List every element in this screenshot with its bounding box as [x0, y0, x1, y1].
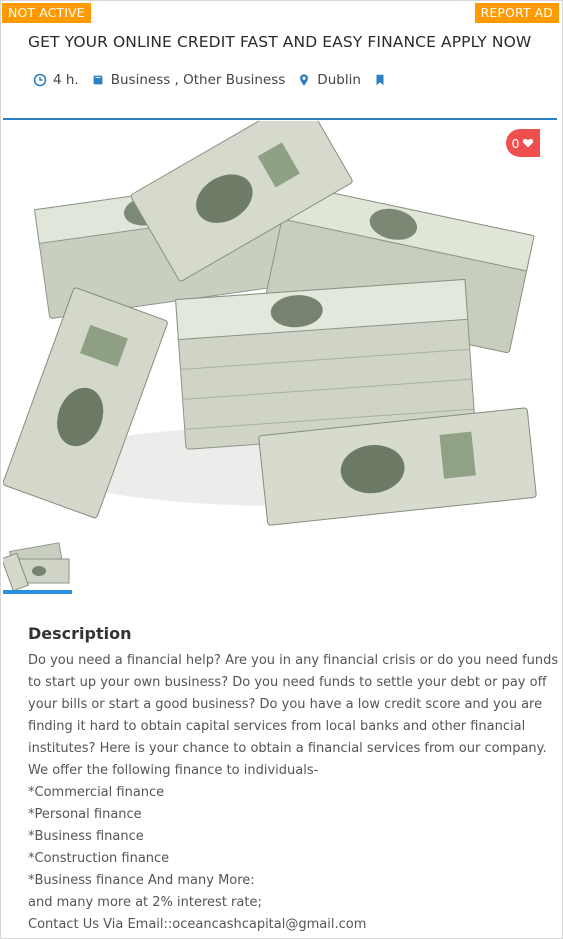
clock-icon	[33, 73, 47, 87]
description-heading: Description	[28, 624, 132, 643]
description-line: and many more at 2% interest rate;	[28, 895, 262, 910]
description-line: We offer the following finance to indivi…	[28, 763, 319, 778]
description-line: *Business finance	[28, 829, 144, 844]
report-ad-button[interactable]: REPORT AD	[474, 3, 559, 23]
heart-icon	[523, 138, 534, 148]
main-listing-image[interactable]	[3, 121, 557, 535]
like-count: 0	[511, 135, 520, 151]
listing-title: GET YOUR ONLINE CREDIT FAST AND EASY FIN…	[28, 33, 532, 51]
listing-category-link[interactable]: Business , Other Business	[111, 72, 286, 88]
description-body: Do you need a financial help? Are you in…	[28, 650, 559, 936]
description-line: *Personal finance	[28, 807, 142, 822]
status-badge: NOT ACTIVE	[2, 3, 91, 23]
description-line: Do you need a financial help? Are you in…	[28, 653, 559, 668]
description-line: *Business finance And many More:	[28, 873, 255, 888]
description-line: *Construction finance	[28, 851, 170, 866]
description-line: institutes? Here is your chance to obtai…	[28, 741, 547, 756]
description-line: your bills or start a good business? Do …	[28, 697, 543, 712]
bookmark-icon[interactable]	[373, 73, 387, 87]
thumbnail-active-indicator	[3, 590, 72, 594]
listing-location-link[interactable]: Dublin	[317, 72, 361, 88]
listing-meta: 4 h. Business , Other Business Dublin	[33, 72, 393, 88]
map-marker-icon	[297, 73, 311, 87]
header-divider	[3, 118, 557, 120]
like-button[interactable]: 0	[506, 129, 540, 157]
description-line: to start up your own business? Do you ne…	[28, 675, 547, 690]
description-line: *Commercial finance	[28, 785, 165, 800]
listing-time: 4 h.	[53, 72, 79, 88]
book-icon	[91, 73, 105, 87]
image-thumbnail[interactable]	[3, 535, 72, 592]
description-line: finding it hard to obtain capital servic…	[28, 719, 526, 734]
description-line: Contact Us Via Email::oceancashcapital@g…	[28, 917, 367, 932]
